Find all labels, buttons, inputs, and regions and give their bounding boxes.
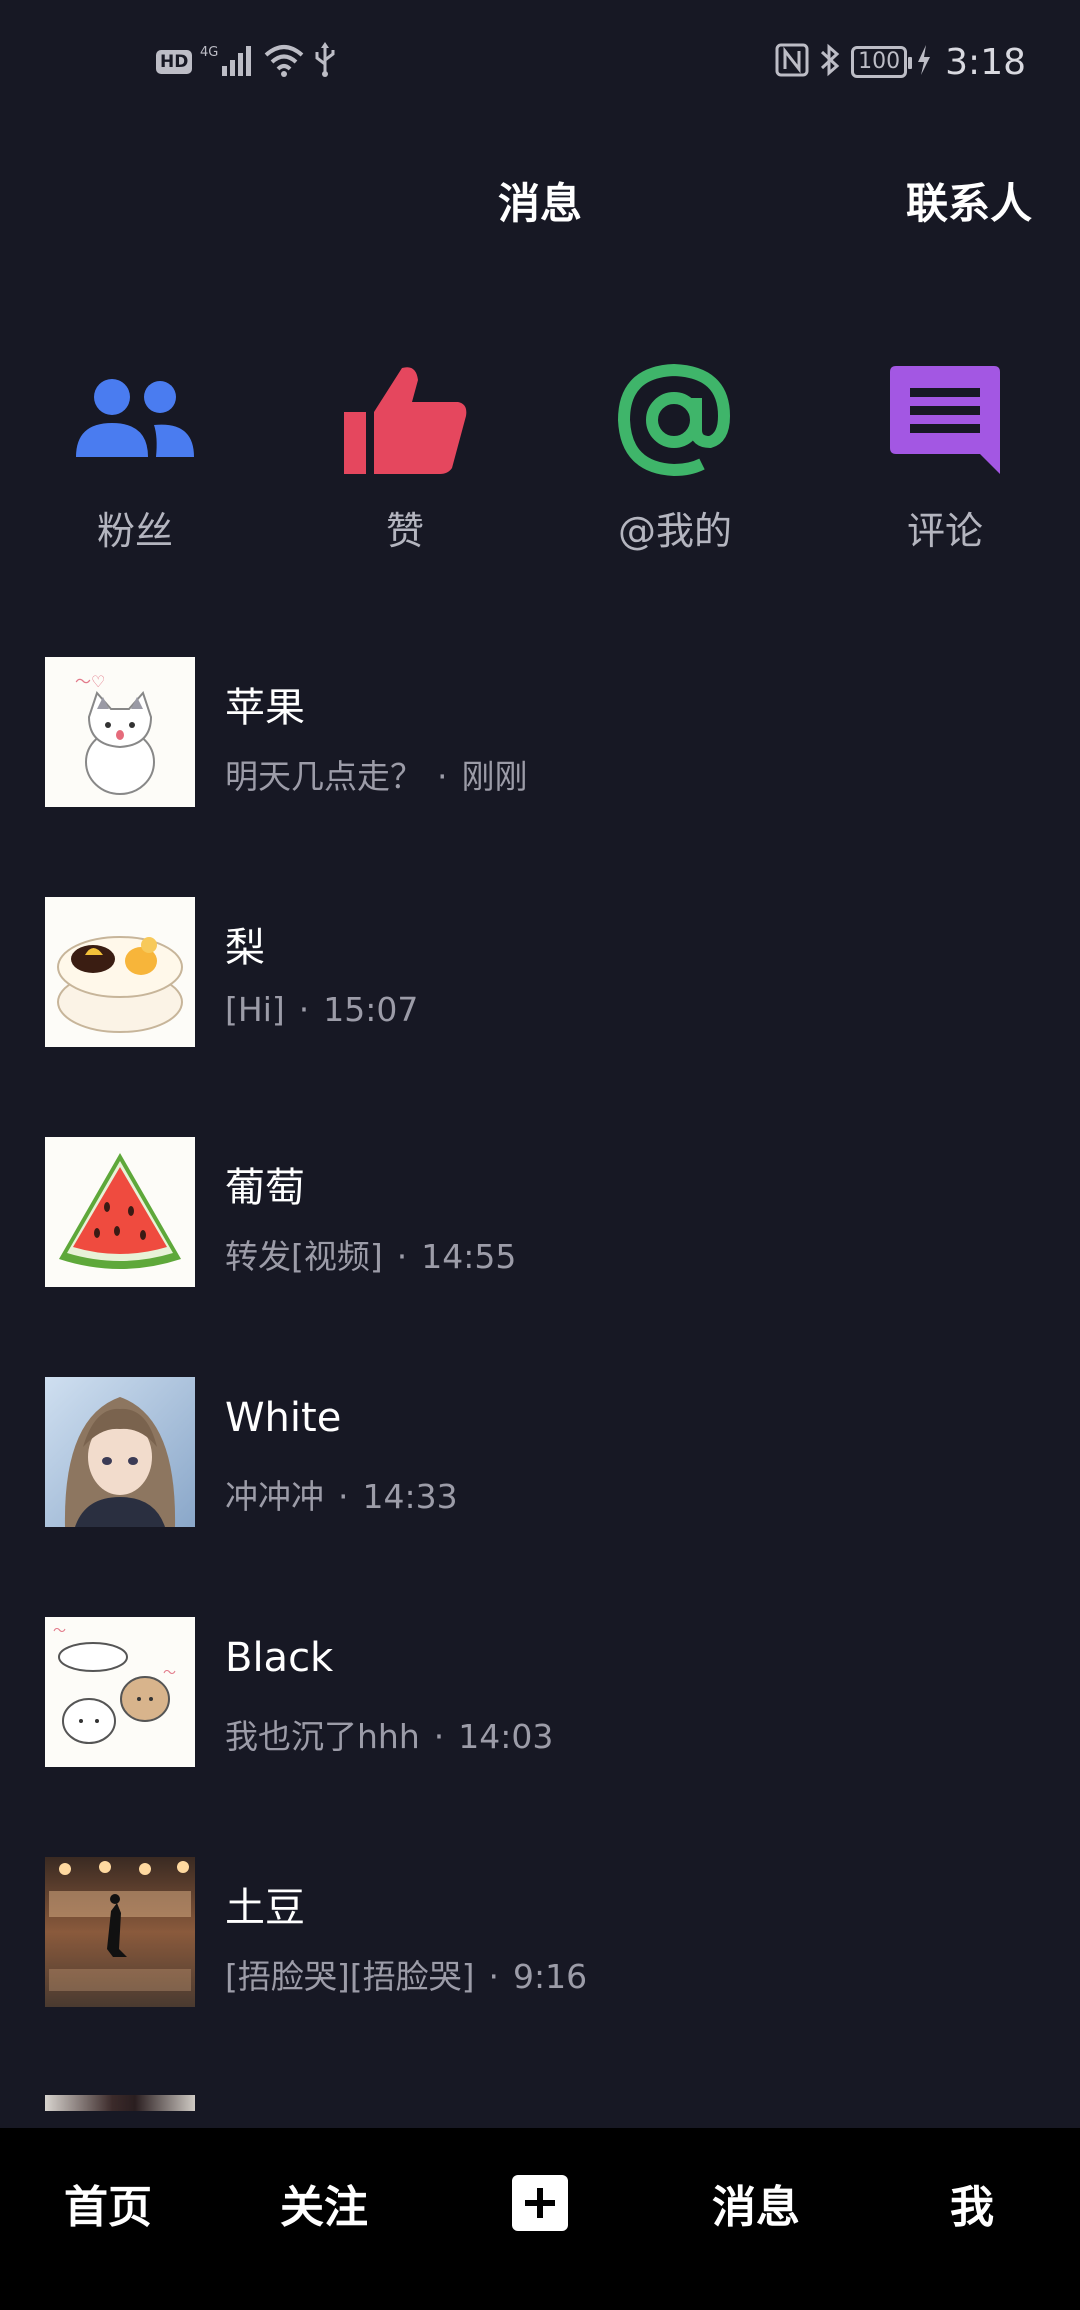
message-preview: [Hi] · 15:07 xyxy=(225,990,418,1029)
thumbs-up-icon xyxy=(340,360,470,480)
message-preview: [捂脸哭][捂脸哭] · 9:16 xyxy=(225,1950,587,1998)
message-list: ～♡ 苹果 明天几点走？ · 刚刚 梨 [Hi] · 15:07 葡萄 转发[视… xyxy=(0,655,1080,2095)
message-row[interactable]: ～♡ 苹果 明天几点走？ · 刚刚 xyxy=(0,655,1080,895)
nav-me[interactable]: 我 xyxy=(864,2128,1080,2278)
preview-text: 冲冲冲 xyxy=(225,1477,324,1516)
avatar[interactable]: ～ ～ xyxy=(45,1617,195,1767)
contact-name: 土豆 xyxy=(225,1885,305,1931)
charging-icon xyxy=(917,44,931,80)
contacts-button[interactable]: 联系人 xyxy=(906,170,1032,231)
battery-indicator: 100 xyxy=(851,46,913,78)
separator-dot: · xyxy=(396,1237,408,1276)
quick-likes[interactable]: 赞 xyxy=(270,360,540,560)
quick-comments[interactable]: 评论 xyxy=(810,360,1080,560)
status-left: HD 4G xyxy=(156,40,338,84)
bluetooth-icon xyxy=(819,42,841,83)
preview-text: [捂脸哭][捂脸哭] xyxy=(225,1957,475,1996)
preview-text: [Hi] xyxy=(225,990,285,1029)
contact-name: 苹果 xyxy=(225,685,305,731)
quick-mentions[interactable]: @我的 xyxy=(540,360,810,560)
contact-name: 梨 xyxy=(225,925,265,971)
avatar[interactable]: ～♡ xyxy=(45,657,195,807)
bottom-nav: 首页 关注 消息 我 xyxy=(0,2128,1080,2310)
contact-name: White xyxy=(225,1395,342,1441)
message-time: 15:07 xyxy=(323,990,419,1029)
clock: 3:18 xyxy=(945,41,1026,83)
contact-name: 葡萄 xyxy=(225,1165,305,1211)
separator-dot: · xyxy=(338,1477,349,1516)
svg-text:～: ～ xyxy=(53,1624,66,1639)
avatar[interactable] xyxy=(45,1377,195,1527)
message-time: 9:16 xyxy=(513,1957,588,1996)
quick-fans-label: 粉丝 xyxy=(96,509,173,553)
svg-text:4G: 4G xyxy=(200,45,218,60)
svg-text:～♡: ～♡ xyxy=(75,672,105,691)
contact-name: Black xyxy=(225,1635,334,1681)
message-preview: 冲冲冲 · 14:33 xyxy=(225,1470,458,1518)
message-row[interactable]: 葡萄 转发[视频] · 14:55 xyxy=(0,1135,1080,1375)
comment-icon xyxy=(880,360,1010,480)
nav-create[interactable] xyxy=(432,2128,648,2278)
quick-mentions-label: @我的 xyxy=(617,509,732,553)
quick-comments-label: 评论 xyxy=(906,509,983,553)
plus-icon xyxy=(512,2175,568,2231)
separator-dot: · xyxy=(488,1957,500,1996)
preview-text: 明天几点走？ xyxy=(225,757,423,796)
avatar[interactable] xyxy=(45,1137,195,1287)
avatar[interactable] xyxy=(45,2095,195,2111)
status-bar: HD 4G 100 3:18 xyxy=(0,0,1080,124)
message-preview: 转发[视频] · 14:55 xyxy=(225,1230,516,1278)
separator-dot: · xyxy=(433,1717,445,1756)
nfc-icon xyxy=(775,43,809,82)
message-row[interactable]: 土豆 [捂脸哭][捂脸哭] · 9:16 xyxy=(0,1855,1080,2095)
usb-icon xyxy=(312,41,338,83)
message-time: 14:55 xyxy=(421,1237,517,1276)
avatar[interactable] xyxy=(45,897,195,1047)
message-preview: 明天几点走？ · 刚刚 xyxy=(225,750,528,798)
preview-text: 我也沉了hhh xyxy=(225,1717,420,1756)
wifi-icon xyxy=(264,43,304,82)
message-preview: 我也沉了hhh · 14:03 xyxy=(225,1710,553,1758)
at-icon xyxy=(610,360,740,480)
hd-badge: HD xyxy=(156,50,193,74)
nav-follow[interactable]: 关注 xyxy=(216,2128,432,2278)
message-row[interactable]: 梨 [Hi] · 15:07 xyxy=(0,895,1080,1135)
preview-text: 转发[视频] xyxy=(225,1237,383,1276)
status-right: 100 3:18 xyxy=(775,36,1026,88)
cell-signal-icon: 4G xyxy=(200,42,256,83)
header: 消息 联系人 xyxy=(0,150,1080,246)
avatar[interactable] xyxy=(45,1857,195,2007)
quick-fans[interactable]: 粉丝 xyxy=(0,360,270,560)
fans-icon xyxy=(70,360,200,480)
message-time: 14:03 xyxy=(458,1717,554,1756)
message-row[interactable]: ～ ～ Black 我也沉了hhh · 14:03 xyxy=(0,1615,1080,1855)
quick-actions: 粉丝 赞 @我的 评论 xyxy=(0,360,1080,560)
nav-home[interactable]: 首页 xyxy=(0,2128,216,2278)
nav-messages[interactable]: 消息 xyxy=(648,2128,864,2278)
message-time: 14:33 xyxy=(362,1477,458,1516)
message-row[interactable]: White 冲冲冲 · 14:33 xyxy=(0,1375,1080,1615)
svg-text:～: ～ xyxy=(163,1666,176,1681)
messages-screen: HD 4G 100 3:18 消息 联系人 粉丝 赞 @我的 评论 ～♡ 苹果 … xyxy=(0,0,1080,2310)
separator-dot: · xyxy=(298,990,310,1029)
quick-likes-label: 赞 xyxy=(385,509,424,553)
separator-dot: · xyxy=(437,757,448,796)
message-time: 刚刚 xyxy=(461,757,528,796)
